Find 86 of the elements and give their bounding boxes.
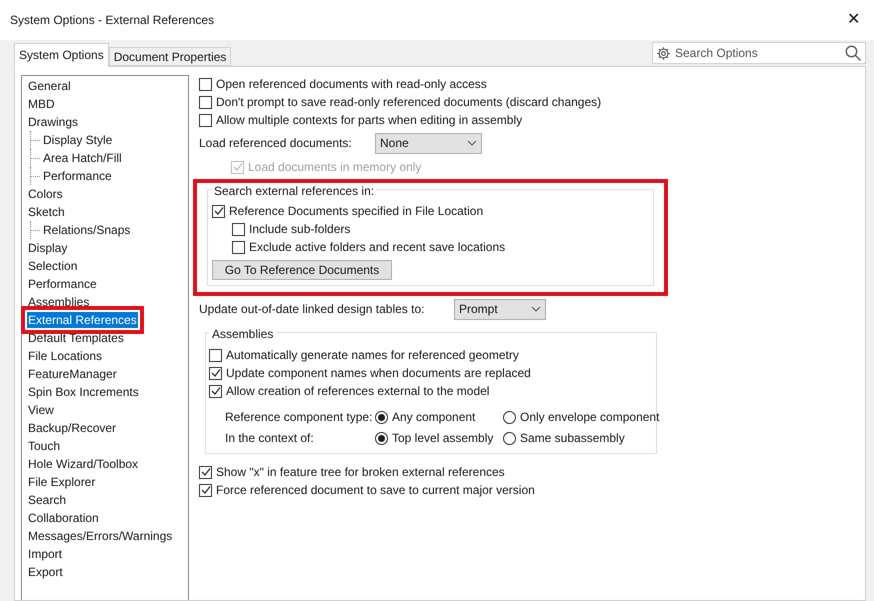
checkmark-icon (232, 162, 242, 172)
checkbox[interactable] (199, 466, 212, 478)
checkmark-icon (214, 206, 224, 216)
sidebar-item[interactable]: Performance (42, 168, 113, 184)
sidebar-item[interactable]: File Locations (27, 348, 104, 364)
gear-icon (656, 46, 671, 60)
sidebar-item[interactable]: Import (27, 546, 64, 562)
tree-connector (30, 221, 40, 239)
sidebar-item[interactable]: MBD (27, 96, 56, 112)
checkbox-label: Don't prompt to save read-only referenced documents (discard changes) (216, 94, 602, 111)
checkbox-label: Allow creation of references external to the model (226, 383, 490, 400)
sidebar-item[interactable]: Messages/Errors/Warnings (27, 528, 174, 544)
checkbox[interactable] (199, 114, 212, 126)
checkbox[interactable] (212, 204, 225, 218)
radio-button[interactable] (375, 410, 388, 424)
radio-label: Any component (392, 409, 476, 426)
sidebar-item[interactable]: External References (27, 312, 138, 328)
group-title: Search external references in: (212, 184, 376, 198)
chevron-down-icon (467, 140, 477, 146)
radio-label: Same subassembly (520, 430, 625, 447)
sidebar-item[interactable]: Drawings (27, 114, 80, 130)
field-label: Update out-of-date linked design tables to: (199, 301, 426, 318)
tree-connector (30, 167, 40, 185)
field-label: Load referenced documents: (199, 135, 353, 152)
sidebar-item[interactable]: Hole Wizard/Toolbox (27, 456, 140, 472)
sidebar-item[interactable]: Backup/Recover (27, 420, 118, 436)
sidebar-item[interactable]: Sketch (27, 204, 66, 220)
radio-button[interactable] (503, 432, 516, 444)
search-icon (844, 44, 862, 62)
field-label: Reference component type: (225, 409, 374, 426)
checkbox[interactable] (199, 484, 212, 496)
checkbox-label: Open referenced documents with read-only access (216, 76, 487, 93)
sidebar-item[interactable]: FeatureManager (27, 366, 118, 382)
checkbox[interactable] (199, 96, 212, 108)
sidebar-item[interactable]: General (27, 78, 72, 94)
sidebar-item[interactable]: Collaboration (27, 510, 100, 526)
sidebar-item[interactable]: Export (27, 564, 64, 580)
radio-button[interactable] (375, 432, 388, 444)
checkbox[interactable] (199, 78, 212, 90)
tab[interactable]: Document Properties (108, 47, 232, 66)
go-to-reference-documents-button[interactable]: Go To Reference Documents (212, 260, 392, 280)
sidebar-item[interactable]: Default Templates (27, 330, 125, 346)
close-button[interactable]: ✕ (847, 12, 860, 28)
checkbox[interactable] (209, 384, 222, 398)
sidebar-item[interactable]: Touch (27, 438, 62, 454)
checkbox[interactable] (232, 222, 245, 236)
radio-label: Only envelope component (520, 409, 660, 426)
dropdown[interactable]: Prompt (454, 298, 546, 320)
sidebar-item[interactable]: Search (27, 492, 68, 508)
search-field[interactable]: Search Options (652, 42, 866, 64)
sidebar-item[interactable]: Colors (27, 186, 64, 202)
group-title: Assemblies (209, 327, 276, 341)
checkbox[interactable] (209, 366, 222, 380)
checkbox-label: Automatically generate names for referenced geometry (226, 347, 519, 364)
sidebar-item[interactable]: Display Style (42, 132, 114, 148)
checkbox-label: Force referenced document to save to current major version (216, 482, 535, 499)
search-input[interactable]: Search Options (675, 44, 844, 62)
sidebar-item[interactable]: Display (27, 240, 68, 256)
sidebar-item[interactable]: Spin Box Increments (27, 384, 140, 400)
tree-connector (30, 149, 40, 167)
checkbox-label: Update component names when documents are replaced (226, 365, 531, 382)
checkbox-label: Exclude active folders and recent save locations (249, 239, 506, 256)
sidebar-item[interactable]: File Explorer (27, 474, 96, 490)
dropdown-value: None (380, 135, 409, 152)
radio-button[interactable] (503, 410, 516, 424)
sidebar-item[interactable]: View (27, 402, 55, 418)
dropdown[interactable]: None (375, 132, 482, 154)
sidebar-item[interactable]: Area Hatch/Fill (42, 150, 123, 166)
checkbox-label: Load documents in memory only (248, 159, 422, 176)
checkbox[interactable] (209, 348, 222, 362)
checkbox-label: Allow multiple contexts for parts when editing in assembly (216, 112, 522, 129)
field-label: In the context of: (225, 430, 315, 447)
sidebar-item[interactable]: Relations/Snaps (42, 222, 132, 238)
radio-label: Top level assembly (392, 430, 494, 447)
tab[interactable]: System Options (14, 43, 109, 67)
window-title: System Options - External References (10, 12, 214, 29)
sidebar-item[interactable]: Selection (27, 258, 78, 274)
checkbox-label: Reference Documents specified in File Location (229, 203, 484, 220)
checkbox-label: Show "x" in feature tree for broken external references (216, 464, 505, 481)
checkbox[interactable] (232, 240, 245, 254)
sidebar-item[interactable]: Performance (27, 276, 98, 292)
tree-connector (30, 131, 40, 149)
checkbox-label: Include sub-folders (249, 221, 350, 238)
sidebar-item[interactable]: Assemblies (27, 294, 90, 310)
chevron-down-icon (531, 306, 541, 312)
dropdown-value: Prompt (459, 301, 498, 318)
